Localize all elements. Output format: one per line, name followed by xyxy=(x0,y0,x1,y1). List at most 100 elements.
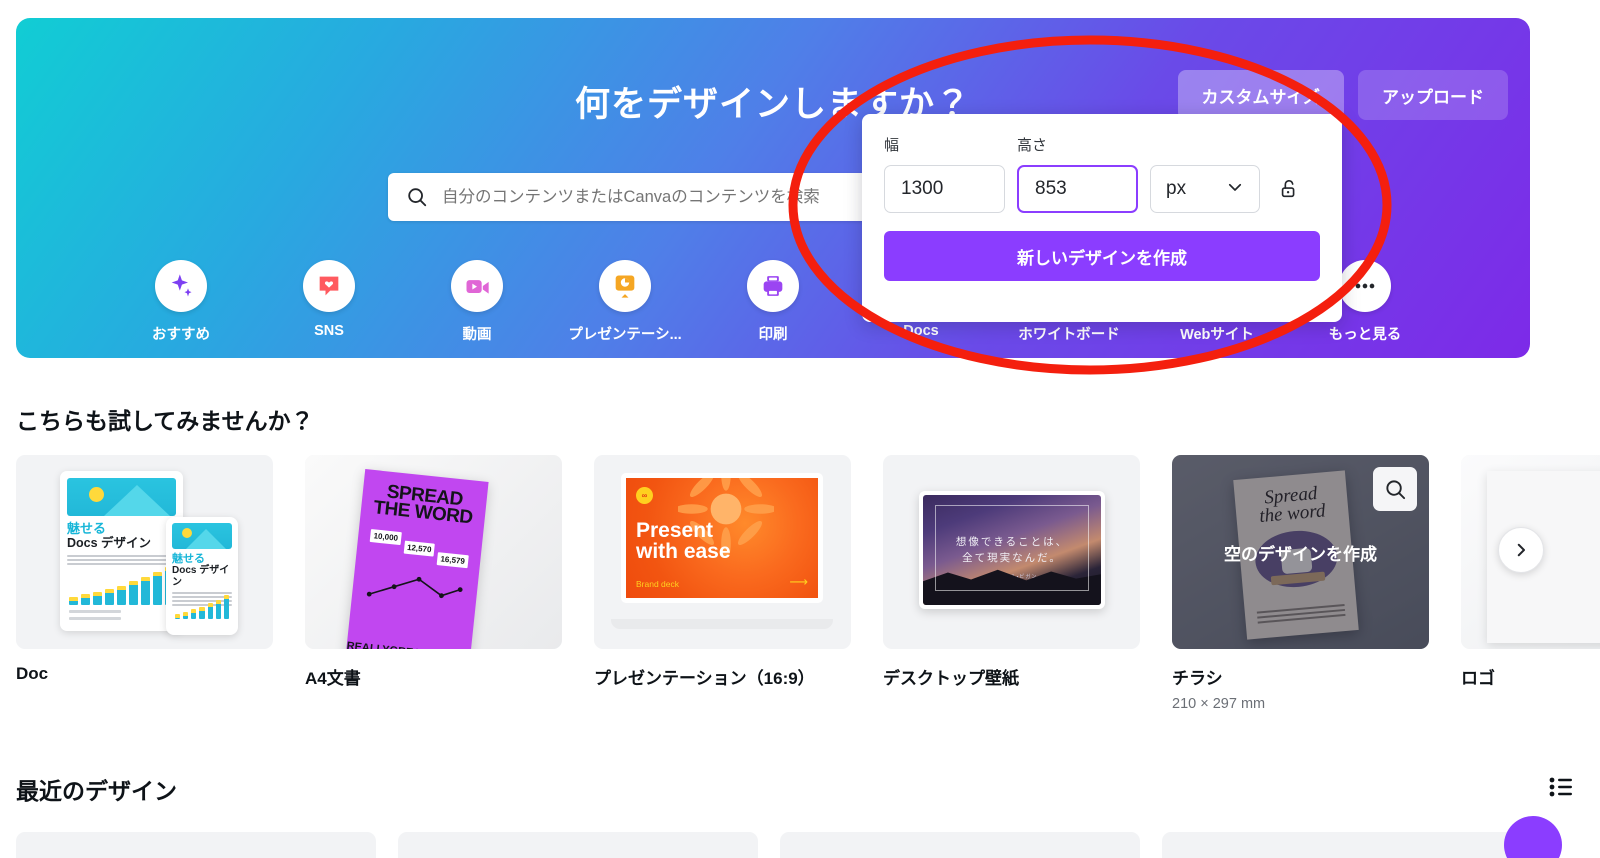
slide-heading-line2: with ease xyxy=(636,540,731,564)
width-input[interactable] xyxy=(884,165,1005,213)
card-thumbnail: 想像できることは、 全て現実なんだ。 ナチュラル・ビガン xyxy=(883,455,1140,649)
recent-design-card[interactable] xyxy=(16,832,376,858)
category-label: SNS xyxy=(314,323,344,339)
category-item-recommended[interactable]: おすすめ xyxy=(126,260,236,344)
doc-phone-hero xyxy=(172,523,232,549)
card-title: デスクトップ壁紙 xyxy=(883,669,1019,688)
card-thumbnail: 魅せる Docs デザイン 魅せる Docs デザイン xyxy=(16,455,273,649)
heart-chat-icon xyxy=(303,260,355,312)
poster-footer: REALLYGREATSITE.COM xyxy=(346,640,480,649)
doc-phone-art: 魅せる Docs デザイン xyxy=(166,517,238,635)
card-thumbnail: SPREAD THE WORD 10,000 12,570 16,579 REA… xyxy=(305,455,562,649)
recent-designs-row xyxy=(16,832,1522,858)
list-view-icon[interactable] xyxy=(1544,772,1578,802)
card-title: ロゴ xyxy=(1461,669,1495,688)
design-card-wallpaper[interactable]: 想像できることは、 全て現実なんだ。 ナチュラル・ビガン デスクトップ壁紙 xyxy=(883,455,1140,712)
chevron-right-icon xyxy=(1517,543,1525,557)
recent-design-card[interactable] xyxy=(398,832,758,858)
preview-magnifier-button[interactable] xyxy=(1373,467,1417,511)
create-blank-design-label: 空のデザインを作成 xyxy=(1224,544,1377,564)
category-item-print[interactable]: 印刷 xyxy=(718,260,828,344)
category-label: 動画 xyxy=(462,327,492,343)
card-thumbnail: ∞ Present with ease Brand deck ⟶ xyxy=(594,455,851,649)
design-card-logo[interactable]: ロゴ xyxy=(1461,455,1600,712)
height-input[interactable] xyxy=(1017,165,1138,213)
dimension-labels: 幅 高さ xyxy=(884,134,1320,155)
recent-design-card[interactable] xyxy=(780,832,1140,858)
height-label: 高さ xyxy=(1017,137,1048,154)
custom-size-button[interactable]: カスタムサイズ xyxy=(1177,70,1344,120)
inner-border xyxy=(935,505,1089,591)
dimension-inputs: px xyxy=(884,165,1320,213)
design-card-doc[interactable]: 魅せる Docs デザイン 魅せる Docs デザイン Doc xyxy=(16,455,273,712)
design-card-presentation[interactable]: ∞ Present with ease Brand deck ⟶ プレゼンテーシ… xyxy=(594,455,851,712)
doc-page-art: 魅せる Docs デザイン xyxy=(60,471,183,631)
slide-heading-line1: Present xyxy=(636,519,714,542)
upload-button[interactable]: アップロード xyxy=(1358,70,1508,120)
category-item-sns[interactable]: SNS xyxy=(274,260,384,344)
mountain-shape xyxy=(104,485,170,516)
doc-phone-heading-top: 魅せる xyxy=(172,553,205,565)
category-label: 印刷 xyxy=(758,327,788,343)
brand-logo-icon: ∞ xyxy=(636,487,653,504)
hero-actions: カスタムサイズ アップロード xyxy=(1177,70,1508,120)
carousel-next-button[interactable] xyxy=(1498,527,1544,573)
poster-tag: 10,000 xyxy=(369,528,402,546)
doc-checklist xyxy=(69,610,121,624)
card-subtitle: 210 × 297 mm xyxy=(1172,696,1266,712)
card-thumbnail: Spread the word 空のデザインを作成 xyxy=(1172,455,1429,649)
floating-action-button[interactable] xyxy=(1504,816,1562,858)
unit-value: px xyxy=(1166,178,1187,199)
width-label: 幅 xyxy=(884,137,900,154)
category-item-video[interactable]: 動画 xyxy=(422,260,532,344)
card-title: プレゼンテーション（16:9） xyxy=(594,669,815,688)
doc-phone-heading-bottom: Docs デザイン xyxy=(172,565,230,588)
doc-hero-art xyxy=(67,478,176,516)
list-view-glyph xyxy=(1549,777,1572,797)
search-icon xyxy=(1385,479,1405,499)
printer-icon xyxy=(747,260,799,312)
category-label: もっと見る xyxy=(1328,327,1402,343)
sparkle-icon xyxy=(155,260,207,312)
custom-size-popover: 幅 高さ px 新しいデザインを作成 xyxy=(862,114,1342,322)
poster-tag: 16,579 xyxy=(436,552,469,569)
recent-section-title: 最近のデザイン xyxy=(16,778,177,804)
doc-art-heading-bottom: Docs デザイン xyxy=(67,536,152,551)
category-label: おすすめ xyxy=(152,327,210,343)
category-label: ホワイトボード xyxy=(1018,327,1120,343)
more-dots-icon xyxy=(1339,260,1391,312)
poster-tag: 12,570 xyxy=(403,540,436,557)
laptop-mockup: ∞ Present with ease Brand deck ⟶ xyxy=(611,473,833,633)
search-icon xyxy=(406,186,428,208)
a4-poster-art: SPREAD THE WORD 10,000 12,570 16,579 REA… xyxy=(345,469,489,649)
slide-subtitle: Brand deck xyxy=(636,579,679,589)
arrow-right-icon: ⟶ xyxy=(789,574,808,589)
design-card-flyer[interactable]: Spread the word 空のデザインを作成 チラシ 210 × 297 … xyxy=(1172,455,1429,712)
category-item-presentation[interactable]: プレゼンテーシ... xyxy=(568,260,682,344)
night-sky-art: 想像できることは、 全て現実なんだ。 ナチュラル・ビガン xyxy=(923,495,1101,605)
category-label: Docs xyxy=(903,323,939,339)
slide-heading: Present with ease xyxy=(636,520,731,563)
recent-design-card[interactable] xyxy=(1162,832,1522,858)
category-label: プレゼンテーシ... xyxy=(568,327,682,343)
category-label: Webサイト xyxy=(1180,327,1254,343)
card-title: A4文書 xyxy=(305,669,361,688)
laptop-base xyxy=(611,619,833,629)
doc-art-heading-top: 魅せる xyxy=(67,521,107,536)
design-card-a4[interactable]: SPREAD THE WORD 10,000 12,570 16,579 REA… xyxy=(305,455,562,712)
create-new-design-button[interactable]: 新しいデザインを作成 xyxy=(884,231,1320,281)
video-camera-icon xyxy=(451,260,503,312)
unlocked-lock-icon[interactable] xyxy=(1278,177,1300,201)
sun-icon xyxy=(89,487,104,502)
doc-bar-chart xyxy=(69,567,174,605)
poster-stat-tags: 10,000 12,570 16,579 xyxy=(365,528,473,569)
monitor-mockup: 想像できることは、 全て現実なんだ。 ナチュラル・ビガン xyxy=(919,491,1105,609)
card-title: チラシ xyxy=(1172,669,1223,688)
try-section-title: こちらも試してみませんか？ xyxy=(16,408,314,434)
unit-select[interactable]: px xyxy=(1150,165,1260,213)
try-section-cards: 魅せる Docs デザイン 魅せる Docs デザイン Doc SPREAD T… xyxy=(16,455,1600,712)
mountain-shape xyxy=(186,529,226,549)
card-title: Doc xyxy=(16,664,49,683)
canva-homepage: 何をデザインしますか？ カスタムサイズ アップロード おすすめ xyxy=(0,0,1600,858)
chevron-down-icon xyxy=(1226,178,1244,201)
